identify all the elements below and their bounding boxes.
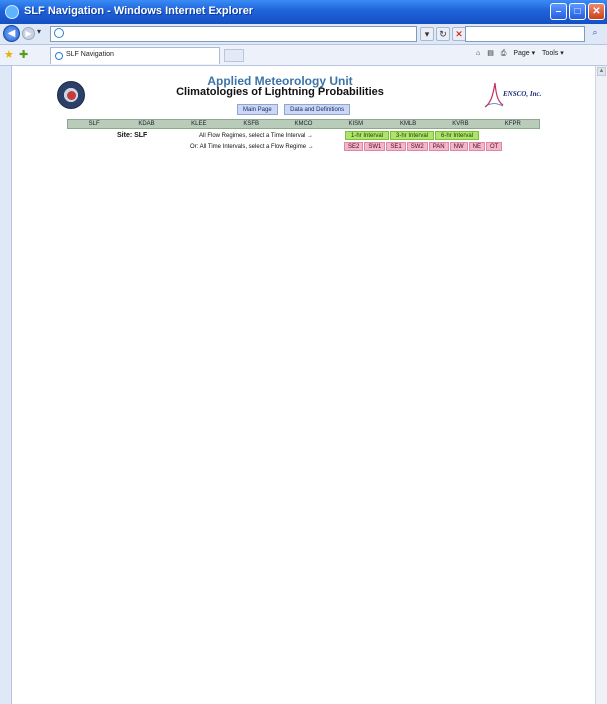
scroll-up-icon[interactable]: ▲ — [597, 67, 606, 76]
regime-button-se1[interactable]: SE1 — [386, 142, 406, 151]
regime-button-ne[interactable]: NE — [468, 142, 485, 151]
address-buttons: ▾ ↻ ✕ — [420, 27, 468, 41]
minimize-button[interactable]: – — [550, 3, 567, 20]
home-icon[interactable]: ⌂ — [476, 50, 480, 57]
tab-page-icon — [55, 52, 63, 60]
close-button[interactable]: ✕ — [588, 3, 605, 20]
window-title: SLF Navigation - Windows Internet Explor… — [24, 5, 254, 17]
page-icon — [54, 28, 64, 38]
regime-button-se2[interactable]: SE2 — [344, 142, 364, 151]
data-definitions-button[interactable]: Data and Definitions — [284, 104, 351, 115]
seal-center — [67, 91, 76, 100]
vertical-scrollbar[interactable]: ▲ — [595, 66, 607, 704]
page-subtitle: Climatologies of Lightning Probabilities — [176, 86, 384, 98]
ensco-logo: ENSCO, Inc. — [483, 81, 543, 109]
site-link-kism[interactable]: KISM — [330, 120, 382, 128]
page-menu[interactable]: Page ▾ — [513, 50, 535, 57]
window-titlebar: SLF Navigation - Windows Internet Explor… — [0, 0, 607, 24]
interval-button-6hr[interactable]: 6-hr Interval — [435, 131, 480, 140]
add-favorites-icon[interactable]: ✚ — [19, 48, 28, 61]
regime-button-pan[interactable]: PAN — [428, 142, 449, 151]
site-link-klee[interactable]: KLEE — [173, 120, 225, 128]
regime-button-sw2[interactable]: SW2 — [406, 142, 428, 151]
site-bar: SLF KDAB KLEE KSFB KMCO KISM KMLB KVRB K… — [67, 119, 540, 129]
regime-button-nw[interactable]: NW — [449, 142, 468, 151]
tab-label: SLF Navigation — [66, 51, 114, 58]
regime-button-ot[interactable]: OT — [485, 142, 503, 151]
url-input[interactable] — [50, 26, 417, 42]
stop-icon[interactable]: ✕ — [452, 27, 466, 41]
tab-bar: ★ ✚ SLF Navigation ⌂ ▤ ⎙ Page ▾ Tools ▾ — [0, 45, 607, 66]
maximize-button[interactable]: □ — [569, 3, 586, 20]
amu-seal-logo — [57, 81, 85, 109]
url-dropdown-icon[interactable]: ▾ — [420, 27, 434, 41]
print-icon[interactable]: ⎙ — [501, 50, 507, 57]
feeds-icon[interactable]: ▤ — [487, 50, 494, 57]
interval-buttons: 1-hr Interval 3-hr Interval 6-hr Interva… — [345, 131, 480, 140]
site-link-kmlb[interactable]: KMLB — [382, 120, 434, 128]
favorites-star-icon[interactable]: ★ — [4, 48, 14, 61]
forward-arrow-icon[interactable]: ▶ — [22, 27, 35, 40]
flow-regime-prompt: Or: All Time Intervals, select a Flow Re… — [190, 144, 314, 150]
site-link-kvrb[interactable]: KVRB — [434, 120, 486, 128]
address-bar: ◀ ▶ ▾ ▾ ↻ ✕ ⌕ — [0, 24, 607, 45]
interval-button-1hr[interactable]: 1-hr Interval — [345, 131, 390, 140]
search-icon[interactable]: ⌕ — [586, 27, 604, 40]
site-link-ksfb[interactable]: KSFB — [225, 120, 277, 128]
left-frame-border — [0, 66, 12, 704]
regime-button-sw1[interactable]: SW1 — [364, 142, 386, 151]
site-link-kdab[interactable]: KDAB — [120, 120, 172, 128]
command-bar: ⌂ ▤ ⎙ Page ▾ Tools ▾ — [476, 49, 569, 58]
regime-buttons: SE2 SW1 SE1 SW2 PAN NW NE OT — [344, 142, 503, 151]
ie-icon — [5, 5, 19, 19]
site-link-slf[interactable]: SLF — [68, 120, 120, 128]
new-tab-button[interactable] — [224, 49, 244, 62]
main-page-button[interactable]: Main Page — [237, 104, 278, 115]
time-interval-prompt: All Flow Regimes, select a Time Interval… — [199, 133, 314, 139]
current-site-label: Site: SLF — [117, 132, 148, 139]
ensco-company-name: ENSCO, Inc. — [503, 90, 542, 98]
history-dropdown-icon[interactable]: ▾ — [37, 27, 41, 36]
page-content — [12, 66, 595, 704]
ensco-mark-icon — [484, 82, 504, 108]
interval-button-3hr[interactable]: 3-hr Interval — [390, 131, 435, 140]
refresh-icon[interactable]: ↻ — [436, 27, 450, 41]
tools-menu[interactable]: Tools ▾ — [542, 50, 564, 57]
tab-slf-navigation[interactable]: SLF Navigation — [50, 47, 220, 64]
search-input[interactable] — [465, 26, 585, 42]
back-arrow-icon[interactable]: ◀ — [3, 25, 20, 42]
nav-buttons: Main Page Data and Definitions — [237, 104, 352, 116]
site-link-kmco[interactable]: KMCO — [277, 120, 329, 128]
site-link-kfpr[interactable]: KFPR — [487, 120, 539, 128]
